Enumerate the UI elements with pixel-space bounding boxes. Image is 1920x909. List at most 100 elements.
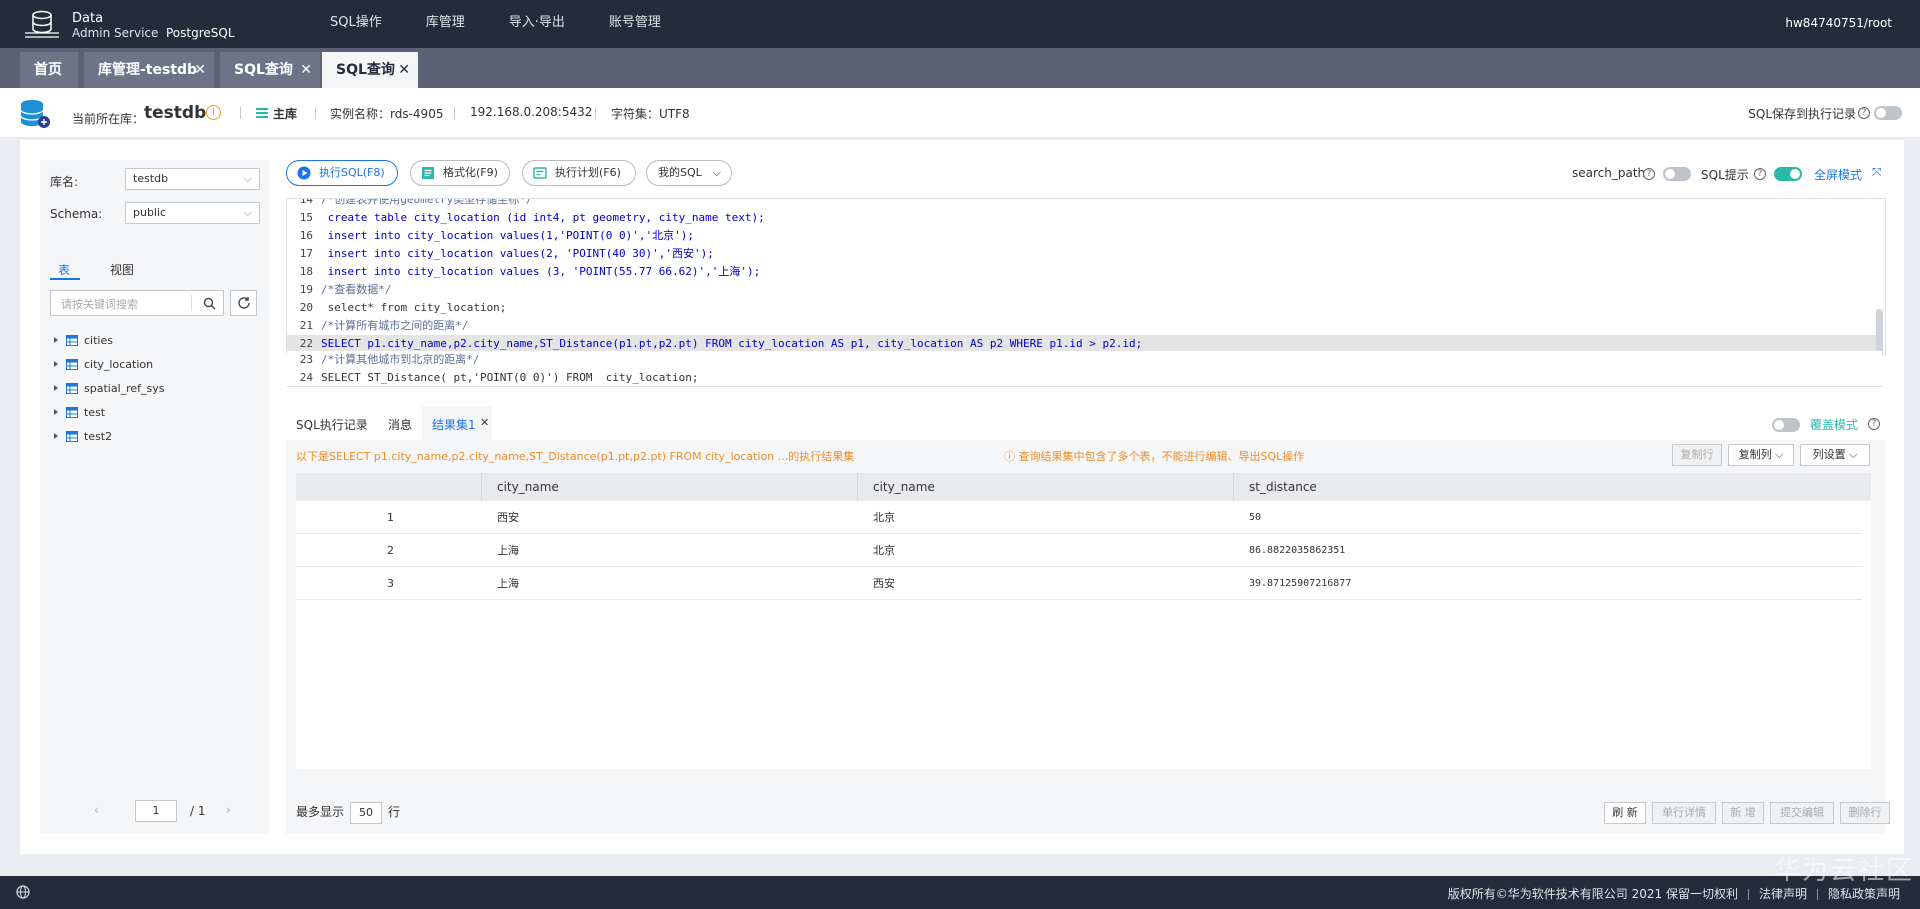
overwrite-mode-toggle[interactable]	[1772, 418, 1800, 432]
sql-hint-label: SQL提示	[1701, 168, 1749, 182]
tab-messages[interactable]: 消息	[388, 416, 412, 433]
row-detail-button[interactable]: 单行详情	[1652, 802, 1716, 824]
editor-scrollbar[interactable]	[1876, 309, 1883, 354]
schema-select[interactable]: public ⌵	[125, 202, 260, 224]
button-label: 我的SQL	[658, 166, 702, 179]
help-icon[interactable]: ?	[1858, 107, 1870, 119]
menu-sql-operation[interactable]: SQL操作	[330, 0, 382, 48]
tab-home[interactable]: 首页	[20, 52, 78, 88]
tab-sql-query-1[interactable]: SQL查询 ✕	[220, 52, 320, 88]
line-number: 15	[299, 211, 313, 224]
fullscreen-icon[interactable]: ⤧	[1872, 165, 1882, 180]
expand-caret-icon[interactable]	[54, 409, 58, 415]
line-number: 19	[299, 283, 313, 296]
table-row[interactable]: 2 上海 北京 86.8822035862351	[296, 534, 1862, 567]
tree-item-spatial-ref-sys[interactable]: spatial_ref_sys	[54, 380, 165, 396]
search-icon[interactable]	[203, 297, 216, 310]
user-account[interactable]: hw84740751/root	[1785, 0, 1892, 46]
execution-plan-button[interactable]: 执行计划(F6)	[522, 160, 636, 186]
role-label: 主库	[273, 107, 298, 121]
close-icon[interactable]: ✕	[194, 52, 206, 88]
cell-st-distance[interactable]: 50	[1249, 501, 1261, 534]
fullscreen-link[interactable]: 全屏模式	[1814, 166, 1862, 183]
cell-st-distance[interactable]: 86.8822035862351	[1249, 534, 1345, 567]
tree-item-test2[interactable]: test2	[54, 428, 112, 444]
delete-row-button[interactable]: 删除行	[1840, 802, 1890, 824]
copy-column-button[interactable]: 复制列 ⌵	[1728, 444, 1794, 466]
globe-icon[interactable]	[16, 885, 30, 899]
tab-sql-history[interactable]: SQL执行记录	[296, 416, 368, 433]
sql-editor[interactable]: 14 /*创建表并使用geometry类型存储坐标*/ 15 create tab…	[286, 198, 1886, 355]
my-sql-dropdown[interactable]: 我的SQL ⌵	[646, 160, 732, 186]
column-header[interactable]: city_name	[873, 473, 935, 501]
refresh-button[interactable]: 刷 新	[1604, 802, 1646, 824]
tab-views[interactable]: 视图	[110, 261, 134, 278]
prev-page-icon[interactable]: ‹	[94, 803, 99, 817]
copy-row-button[interactable]: 复制行	[1672, 444, 1722, 466]
table-icon	[66, 358, 78, 370]
table-search-input[interactable]: 请按关键词搜索	[50, 290, 224, 316]
info-icon[interactable]: i	[206, 105, 221, 120]
expand-caret-icon[interactable]	[54, 433, 58, 439]
close-icon[interactable]: ✕	[480, 416, 489, 429]
expand-caret-icon[interactable]	[54, 361, 58, 367]
tab-label: SQL查询	[234, 62, 293, 78]
format-button[interactable]: 格式化(F9)	[410, 160, 510, 186]
refresh-button[interactable]	[230, 290, 257, 316]
next-page-icon[interactable]: ›	[226, 803, 231, 817]
column-header[interactable]: st_distance	[1249, 473, 1317, 501]
legal-link[interactable]: 法律声明	[1759, 887, 1807, 901]
close-icon[interactable]: ✕	[300, 52, 312, 88]
chevron-down-icon: ⌵	[243, 172, 252, 185]
sql-save-toggle[interactable]	[1874, 106, 1902, 120]
cell-city-name-2[interactable]: 西安	[873, 567, 895, 600]
table-row[interactable]: 1 西安 北京 50	[296, 501, 1862, 534]
line-number: 23	[299, 353, 313, 366]
code-text: insert into city_location values (3, 'PO…	[321, 265, 761, 278]
cell-city-name-1[interactable]: 上海	[497, 534, 519, 567]
help-icon[interactable]: ?	[1754, 168, 1766, 180]
expand-caret-icon[interactable]	[54, 337, 58, 343]
cell-city-name-1[interactable]: 上海	[497, 567, 519, 600]
code-text: insert into city_location values(2, 'POI…	[321, 247, 714, 260]
tab-tables[interactable]: 表	[58, 261, 70, 278]
privacy-link[interactable]: 隐私政策声明	[1828, 887, 1900, 901]
db-select[interactable]: testdb ⌵	[125, 168, 260, 190]
expand-caret-icon[interactable]	[54, 385, 58, 391]
max-rows-input[interactable]: 50	[350, 802, 383, 824]
warning-text: 查询结果集中包含了多个表，不能进行编辑、导出SQL操作	[1018, 450, 1305, 463]
tree-item-test[interactable]: test	[54, 404, 105, 420]
close-icon[interactable]: ✕	[398, 52, 410, 88]
cell-city-name-2[interactable]: 北京	[873, 534, 895, 567]
search-path-toggle[interactable]	[1663, 167, 1691, 181]
tab-db-management[interactable]: 库管理-testdb ✕	[84, 52, 214, 88]
code-line-15: 15 create table city_location (id int4, …	[287, 209, 1877, 227]
chevron-down-icon: ⌵	[1775, 448, 1784, 461]
max-show-unit: 行	[388, 805, 401, 819]
add-row-button[interactable]: 新 增	[1722, 802, 1764, 824]
row-index: 2	[387, 544, 394, 557]
tree-item-cities[interactable]: cities	[54, 332, 113, 348]
logo[interactable]: Data Admin Service PostgreSQL	[22, 9, 235, 41]
cell-city-name-2[interactable]: 北京	[873, 501, 895, 534]
cell-st-distance[interactable]: 39.87125907216877	[1249, 567, 1351, 600]
column-header[interactable]: city_name	[497, 473, 559, 501]
tree-item-city-location[interactable]: city_location	[54, 356, 153, 372]
help-icon[interactable]: ?	[1868, 418, 1880, 430]
submit-edit-button[interactable]: 提交编辑	[1770, 802, 1834, 824]
sql-hint-toggle[interactable]	[1774, 167, 1802, 181]
help-icon[interactable]: ?	[1643, 168, 1655, 180]
tab-result-set-1[interactable]: 结果集1 ✕	[422, 406, 492, 440]
tab-sql-query-2[interactable]: SQL查询 ✕	[322, 52, 418, 88]
divider	[857, 473, 858, 501]
page-input[interactable]: 1	[135, 800, 177, 822]
execute-sql-button[interactable]: 执行SQL(F8)	[286, 160, 398, 186]
table-row[interactable]: 3 上海 西安 39.87125907216877	[296, 567, 1862, 600]
menu-db-management[interactable]: 库管理	[426, 0, 465, 48]
cell-city-name-1[interactable]: 西安	[497, 501, 519, 534]
menu-account-management[interactable]: 账号管理	[609, 0, 661, 48]
column-settings-button[interactable]: 列设置 ⌵	[1800, 444, 1870, 466]
footer: 版权所有©华为软件技术有限公司 2021 保留一切权利 法律声明 隐私政策声明	[0, 876, 1920, 909]
max-show-label: 最多显示	[296, 805, 345, 819]
menu-import-export[interactable]: 导入·导出	[509, 0, 565, 48]
